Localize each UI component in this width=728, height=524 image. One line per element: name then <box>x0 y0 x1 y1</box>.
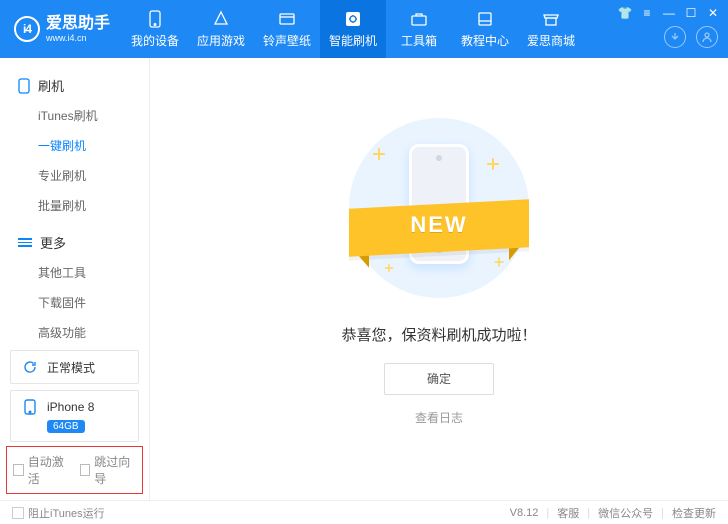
checkbox-label: 阻止iTunes运行 <box>28 505 105 521</box>
tab-label: 工具箱 <box>401 32 437 49</box>
app-subtitle: www.i4.cn <box>46 34 110 43</box>
view-log-link[interactable]: 查看日志 <box>150 409 728 426</box>
flash-icon <box>344 10 362 28</box>
apps-icon <box>212 10 230 28</box>
checkbox-icon <box>13 464 24 476</box>
app-header: i4 爱思助手 www.i4.cn 我的设备 应用游戏 铃声壁纸 智能刷机 工具… <box>0 0 728 58</box>
tab-toolbox[interactable]: 工具箱 <box>386 0 452 58</box>
main-pane: NEW 恭喜您，保资料刷机成功啦！ 确定 查看日志 <box>150 58 728 500</box>
hamburger-icon <box>18 238 32 247</box>
tab-apps[interactable]: 应用游戏 <box>188 0 254 58</box>
tab-label: 我的设备 <box>131 32 179 49</box>
menu-icon[interactable]: ≡ <box>636 4 658 22</box>
tab-ringtones[interactable]: 铃声壁纸 <box>254 0 320 58</box>
checkbox-icon <box>80 464 91 476</box>
close-button[interactable]: ✕ <box>702 4 724 22</box>
confirm-button[interactable]: 确定 <box>384 363 494 395</box>
music-icon <box>278 10 296 28</box>
tab-flash[interactable]: 智能刷机 <box>320 0 386 58</box>
sidebar-item-one-click-flash[interactable]: 一键刷机 <box>38 131 149 161</box>
tab-my-device[interactable]: 我的设备 <box>122 0 188 58</box>
phone-icon <box>21 398 39 416</box>
minimize-button[interactable]: — <box>658 4 680 22</box>
tab-label: 爱思商城 <box>527 32 575 49</box>
sidebar-group-more[interactable]: 更多 <box>0 227 149 258</box>
success-message: 恭喜您，保资料刷机成功啦！ <box>150 324 728 345</box>
user-icon[interactable] <box>696 26 718 48</box>
device-info-row[interactable]: iPhone 8 64GB <box>10 390 139 442</box>
tab-label: 铃声壁纸 <box>263 32 311 49</box>
sidebar-item-download-firmware[interactable]: 下载固件 <box>38 288 149 318</box>
checkbox-label: 跳过向导 <box>94 453 136 487</box>
sparkle-icon <box>494 257 504 267</box>
checkbox-icon <box>12 507 24 519</box>
sidebar-group-title: 更多 <box>40 233 66 252</box>
block-itunes-checkbox[interactable]: 阻止iTunes运行 <box>12 505 105 521</box>
success-illustration: NEW <box>349 118 529 298</box>
sparkle-icon <box>385 264 393 272</box>
tab-label: 智能刷机 <box>329 32 377 49</box>
sparkle-icon <box>373 148 385 160</box>
version-label: V8.12 <box>510 507 539 519</box>
sparkle-icon <box>487 158 499 170</box>
status-bar: 阻止iTunes运行 V8.12 | 客服 | 微信公众号 | 检查更新 <box>0 500 728 524</box>
sidebar-checkbox-row: 自动激活 跳过向导 <box>6 446 143 494</box>
header-right-icons <box>664 26 718 48</box>
tab-label: 教程中心 <box>461 32 509 49</box>
download-icon[interactable] <box>664 26 686 48</box>
device-name: iPhone 8 <box>47 400 94 414</box>
tab-label: 应用游戏 <box>197 32 245 49</box>
check-update-link[interactable]: 检查更新 <box>672 505 716 521</box>
shop-icon <box>542 10 560 28</box>
maximize-button[interactable]: ☐ <box>680 4 702 22</box>
app-title: 爱思助手 <box>46 16 110 32</box>
book-icon <box>476 10 494 28</box>
sidebar-group-title: 刷机 <box>38 76 64 95</box>
sidebar-item-pro-flash[interactable]: 专业刷机 <box>38 161 149 191</box>
auto-activate-checkbox[interactable]: 自动激活 <box>13 453 70 487</box>
tab-shop[interactable]: 爱思商城 <box>518 0 584 58</box>
skip-wizard-checkbox[interactable]: 跳过向导 <box>80 453 137 487</box>
window-controls: 👕 ≡ — ☐ ✕ <box>614 4 724 22</box>
device-mode-row[interactable]: 正常模式 <box>10 350 139 384</box>
device-mode-label: 正常模式 <box>47 359 95 376</box>
sidebar-item-batch-flash[interactable]: 批量刷机 <box>38 191 149 221</box>
skin-icon[interactable]: 👕 <box>614 4 636 22</box>
tab-tutorials[interactable]: 教程中心 <box>452 0 518 58</box>
sidebar-item-other-tools[interactable]: 其他工具 <box>38 258 149 288</box>
toolbox-icon <box>410 10 428 28</box>
sidebar-item-itunes-flash[interactable]: iTunes刷机 <box>38 101 149 131</box>
sidebar: 刷机 iTunes刷机 一键刷机 专业刷机 批量刷机 更多 其他工具 下载固件 … <box>0 58 150 500</box>
support-link[interactable]: 客服 <box>557 505 579 521</box>
checkbox-label: 自动激活 <box>28 453 70 487</box>
logo-icon: i4 <box>14 16 40 42</box>
refresh-icon <box>21 358 39 376</box>
storage-badge: 64GB <box>47 420 85 433</box>
wechat-link[interactable]: 微信公众号 <box>598 505 653 521</box>
header-tabs: 我的设备 应用游戏 铃声壁纸 智能刷机 工具箱 教程中心 爱思商城 <box>122 0 584 58</box>
device-icon <box>146 10 164 28</box>
phone-outline-icon <box>18 78 30 94</box>
app-logo: i4 爱思助手 www.i4.cn <box>0 16 122 43</box>
new-banner-text: NEW <box>349 212 529 238</box>
sidebar-group-flash[interactable]: 刷机 <box>0 70 149 101</box>
